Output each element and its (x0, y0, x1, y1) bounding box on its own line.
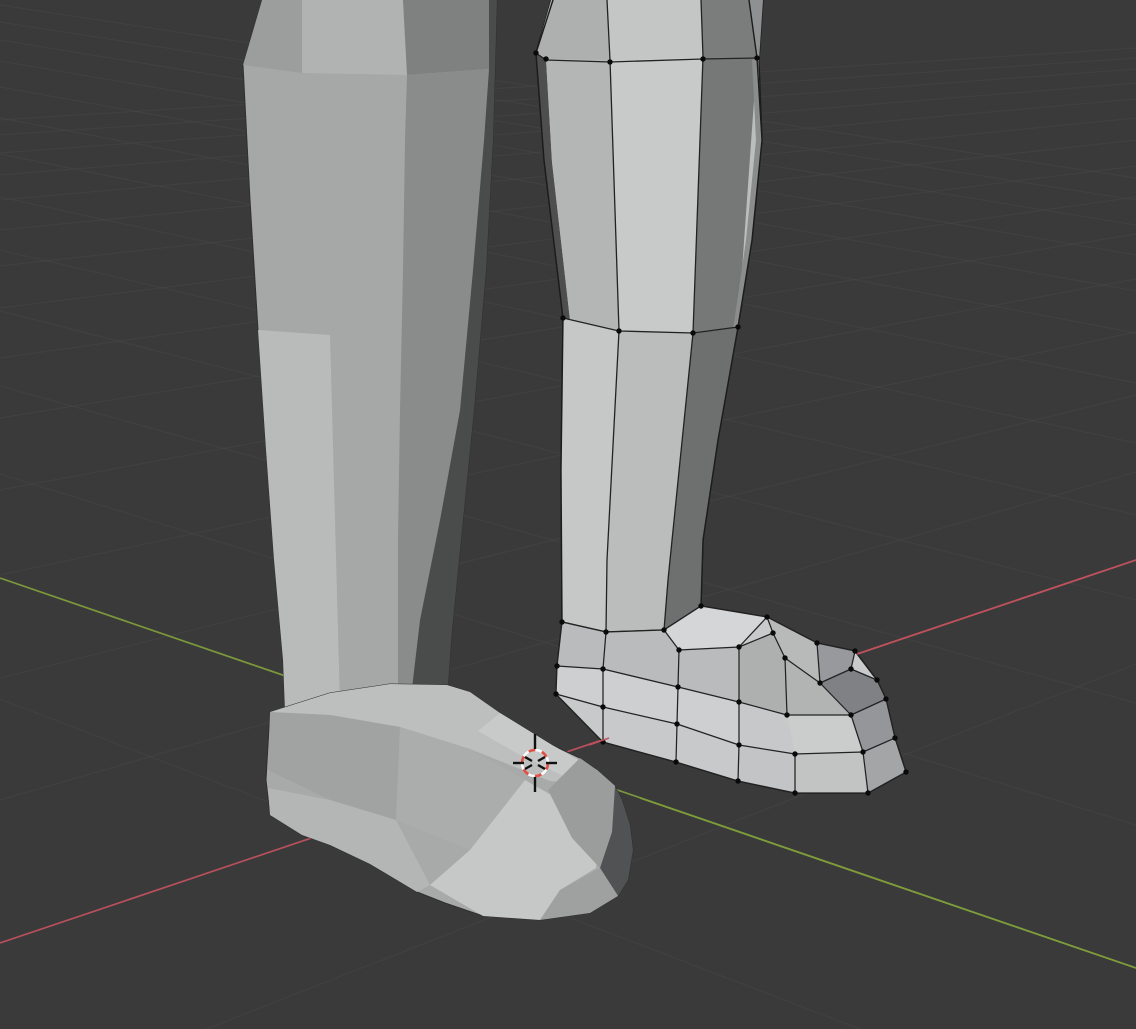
mesh-vertex[interactable] (848, 712, 853, 717)
mesh-vertex[interactable] (673, 759, 678, 764)
mesh-vertex[interactable] (698, 603, 703, 608)
mesh-vertex[interactable] (735, 324, 740, 329)
mesh-vertex[interactable] (736, 699, 741, 704)
mesh-vertex[interactable] (736, 742, 741, 747)
mesh-vertex[interactable] (892, 735, 897, 740)
mesh-vertex[interactable] (553, 691, 558, 696)
mesh-vertex[interactable] (600, 666, 605, 671)
mesh-vertex[interactable] (848, 666, 853, 671)
mesh-vertex[interactable] (676, 647, 681, 652)
left-leg-facet-top-right (403, 0, 489, 75)
mesh-vertex[interactable] (736, 644, 741, 649)
mesh-vertex[interactable] (754, 55, 759, 60)
right-foot-facet-cap-front-bright (787, 715, 863, 754)
mesh-vertex[interactable] (784, 712, 789, 717)
mesh-vertex[interactable] (559, 619, 564, 624)
mesh-vertex[interactable] (533, 50, 538, 55)
mesh-vertex[interactable] (616, 328, 621, 333)
mesh-vertex[interactable] (792, 751, 797, 756)
mesh-vertex[interactable] (782, 655, 787, 660)
mesh-vertex[interactable] (852, 648, 857, 653)
mesh-vertex[interactable] (883, 696, 888, 701)
mesh-vertex[interactable] (817, 680, 822, 685)
mesh-vertex[interactable] (554, 663, 559, 668)
mesh-vertex[interactable] (690, 330, 695, 335)
mesh-vertex[interactable] (735, 778, 740, 783)
mesh-vertex[interactable] (770, 630, 775, 635)
viewport-container (0, 0, 1136, 1029)
mesh-vertex[interactable] (543, 56, 548, 61)
mesh-vertex[interactable] (661, 627, 666, 632)
mesh-vertex[interactable] (874, 677, 879, 682)
right-leg-facet-top-center (607, 0, 703, 60)
mesh-vertex[interactable] (600, 704, 605, 709)
mesh-vertex[interactable] (675, 684, 680, 689)
left-leg-facet-top-center (302, 0, 407, 75)
mesh-vertex[interactable] (764, 614, 769, 619)
mesh-vertex[interactable] (860, 749, 865, 754)
mesh-vertex[interactable] (560, 315, 565, 320)
right-foot-facet-cap-bottom (795, 752, 868, 793)
mesh-vertex[interactable] (792, 790, 797, 795)
mesh-vertex[interactable] (903, 769, 908, 774)
right-leg-facet-mid-center (610, 57, 703, 333)
mesh-vertex[interactable] (603, 629, 608, 634)
mesh-vertex[interactable] (865, 790, 870, 795)
mesh-vertex[interactable] (674, 721, 679, 726)
right-leg-facet-top-right (701, 0, 757, 58)
mesh-vertex[interactable] (607, 59, 612, 64)
blender-3d-viewport[interactable] (0, 0, 1136, 1029)
mesh-vertex[interactable] (700, 56, 705, 61)
mesh-vertex[interactable] (814, 640, 819, 645)
